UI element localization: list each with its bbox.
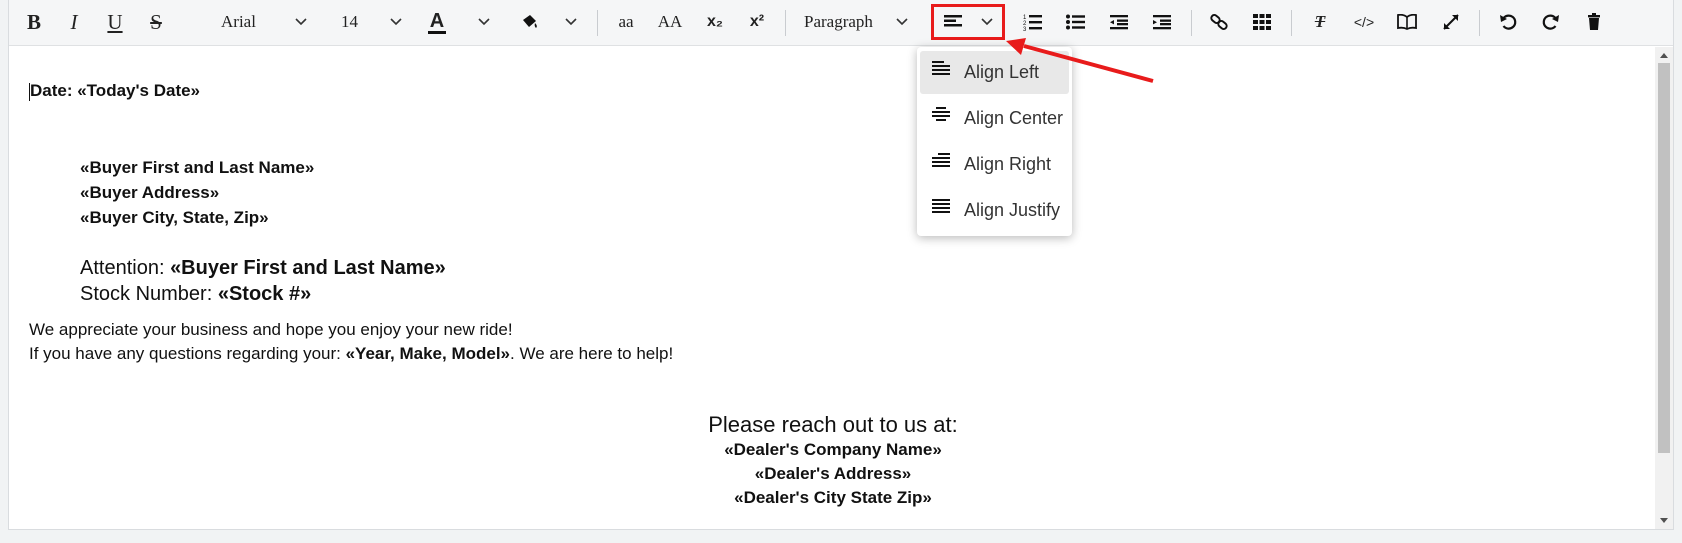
link-icon [1210,14,1228,30]
italic-button[interactable]: I [63,6,85,38]
buyer-name: «Buyer First and Last Name» [80,158,315,177]
font-color-button[interactable]: A [423,6,451,38]
clear-format-icon: T [1314,12,1326,31]
superscript-button[interactable]: x² [745,6,769,38]
dealer-city-state-zip: «Dealer's City State Zip» [734,488,932,507]
scroll-down-icon[interactable] [1659,515,1669,525]
chevron-down-icon[interactable] [292,6,310,38]
toolbar-divider [1191,10,1192,36]
insert-link-button[interactable] [1207,6,1231,38]
undo-button[interactable] [1496,6,1520,38]
align-right-icon [932,152,950,167]
scroll-up-icon[interactable] [1659,51,1669,61]
undo-icon [1500,14,1517,30]
buyer-address: «Buyer Address» [80,183,220,202]
dealer-address: «Dealer's Address» [754,464,912,483]
chevron-down-icon [981,18,993,26]
date-line: Date: «Today's Date» [29,81,201,101]
align-left-icon [944,15,962,27]
trash-icon [1588,13,1600,30]
clear-content-button[interactable] [1583,6,1605,38]
questions-line: If you have any questions regarding your… [29,344,674,363]
block-format-select[interactable]: Paragraph [804,6,894,38]
preview-button[interactable] [1395,6,1419,38]
align-dropdown-menu: Align Left Align Center Align Right Alig… [917,47,1072,236]
align-right-option[interactable]: Align Right [920,143,1069,186]
strikethrough-button[interactable]: S [145,6,167,38]
subscript-button[interactable]: x₂ [703,6,727,38]
chevron-down-icon[interactable] [562,6,580,38]
underline-button[interactable]: U [104,6,126,38]
bullet-list-icon [1066,14,1085,30]
toolbar-divider [785,10,786,36]
align-center-label: Align Center [964,108,1064,128]
align-justify-option[interactable]: Align Justify [920,189,1069,232]
font-size-select[interactable]: 14 [341,6,371,38]
toolbar-divider [1291,10,1292,36]
editor-toolbar: B I U S Arial 14 A aa AA x₂ x² Paragraph [9,0,1673,46]
attention-value: «Buyer First and Last Name» [170,257,446,279]
rich-text-editor: B I U S Arial 14 A aa AA x₂ x² Paragraph [8,0,1674,530]
uppercase-button[interactable]: AA [654,6,686,38]
align-left-option[interactable]: Align Left [920,51,1069,94]
dealer-company-name: «Dealer's Company Name» [724,440,942,459]
book-open-icon [1397,14,1417,30]
indent-icon [1153,15,1171,30]
vehicle-value: «Year, Make, Model» [345,344,511,363]
source-code-button[interactable]: </> [1351,6,1377,38]
vertical-scrollbar[interactable] [1655,47,1673,529]
paint-bucket-icon [523,15,537,28]
ordered-list-button[interactable]: 123 [1021,6,1045,38]
chevron-down-icon[interactable] [387,6,405,38]
font-color-icon: A [429,9,445,32]
bold-button[interactable]: B [23,6,45,38]
toolbar-divider [1479,10,1480,36]
align-center-icon [932,106,950,121]
font-family-select[interactable]: Arial [221,6,281,38]
attention-line: Attention: «Buyer First and Last Name» [80,257,446,279]
table-icon [1253,14,1271,30]
appreciation-line: We appreciate your business and hope you… [29,320,513,339]
insert-table-button[interactable] [1250,6,1274,38]
highlight-color-button[interactable] [517,6,543,38]
expand-icon [1443,14,1459,30]
svg-text:3: 3 [1023,27,1027,31]
chevron-down-icon[interactable] [475,6,493,38]
reach-out-heading: Please reach out to us at: [708,412,958,437]
align-center-option[interactable]: Align Center [920,97,1069,140]
bullet-list-button[interactable] [1064,6,1088,38]
align-left-label: Align Left [964,62,1040,82]
toolbar-divider [597,10,598,36]
redo-button[interactable] [1539,6,1563,38]
align-justify-icon [932,198,950,213]
outdent-button[interactable] [1107,6,1131,38]
fullscreen-button[interactable] [1439,6,1463,38]
chevron-down-icon[interactable] [893,6,911,38]
code-icon: </> [1353,14,1375,30]
align-left-icon [932,60,950,75]
redo-icon [1542,14,1559,30]
ordered-list-icon: 123 [1023,15,1042,31]
editor-content[interactable]: Date: «Today's Date» «Buyer First and La… [9,47,1657,529]
font-color-swatch [428,30,446,34]
stock-number-value: «Stock #» [217,283,312,305]
align-right-label: Align Right [964,154,1052,174]
outdent-icon [1110,15,1128,30]
clear-format-button[interactable]: T [1308,6,1332,38]
align-dropdown-button[interactable] [931,4,1005,40]
align-justify-label: Align Justify [964,200,1061,220]
scrollbar-thumb[interactable] [1658,63,1670,453]
lowercase-button[interactable]: aa [613,6,639,38]
indent-button[interactable] [1150,6,1174,38]
stock-number-line: Stock Number: «Stock #» [80,283,312,305]
buyer-city-state-zip: «Buyer City, State, Zip» [80,208,269,227]
